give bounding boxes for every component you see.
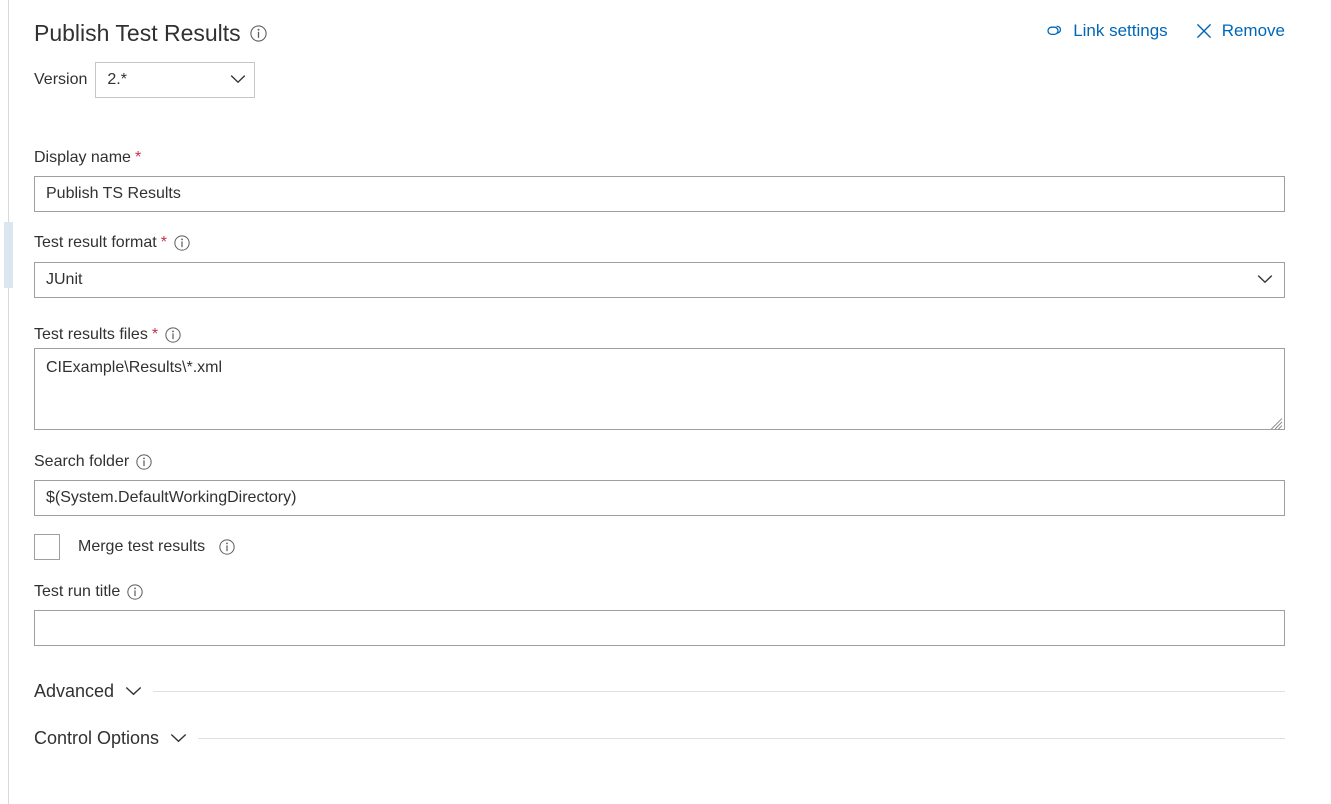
link-settings-label: Link settings bbox=[1073, 21, 1168, 40]
test-result-format-label: Test result format bbox=[34, 234, 157, 251]
merge-test-results-row: Merge test results bbox=[34, 534, 235, 560]
chevron-down-icon bbox=[1257, 271, 1273, 289]
title-group: Publish Test Results bbox=[34, 18, 267, 48]
display-name-label-row: Display name * bbox=[34, 148, 141, 168]
search-folder-value: $(System.DefaultWorkingDirectory) bbox=[46, 489, 297, 506]
remove-button[interactable]: Remove bbox=[1195, 21, 1285, 41]
link-settings-button[interactable]: Link settings bbox=[1044, 21, 1168, 41]
chevron-down-icon bbox=[230, 71, 246, 89]
test-run-title-label-row: Test run title bbox=[34, 582, 143, 602]
info-circle-icon[interactable] bbox=[219, 539, 235, 555]
version-select[interactable]: 2.* bbox=[95, 62, 256, 98]
section-advanced-label: Advanced bbox=[34, 681, 115, 701]
page-title: Publish Test Results bbox=[34, 20, 241, 46]
info-circle-icon[interactable] bbox=[136, 454, 152, 470]
link-chain-icon bbox=[1044, 23, 1064, 39]
test-results-files-label-row: Test results files * bbox=[34, 325, 181, 345]
section-divider bbox=[198, 738, 1285, 739]
version-label: Version bbox=[34, 71, 88, 88]
test-result-format-label-row: Test result format * bbox=[34, 233, 190, 253]
search-folder-label-row: Search folder bbox=[34, 452, 152, 472]
display-name-value: Publish TS Results bbox=[46, 185, 181, 202]
merge-test-results-label-group: Merge test results bbox=[78, 538, 235, 556]
section-control-options[interactable]: Control Options bbox=[34, 728, 1285, 749]
required-marker: * bbox=[151, 326, 159, 343]
info-circle-icon[interactable] bbox=[127, 584, 143, 600]
remove-label: Remove bbox=[1221, 21, 1285, 40]
required-marker: * bbox=[134, 149, 142, 166]
test-results-files-value: CIExample\Results\*.xml bbox=[46, 359, 223, 376]
section-divider bbox=[153, 691, 1285, 692]
search-folder-input[interactable]: $(System.DefaultWorkingDirectory) bbox=[34, 480, 1285, 516]
task-settings-panel: Publish Test Results Link settings Remov… bbox=[34, 0, 1285, 804]
version-row: Version 2.* bbox=[34, 62, 256, 98]
merge-test-results-checkbox[interactable] bbox=[34, 534, 60, 560]
section-control-options-label: Control Options bbox=[34, 728, 160, 748]
merge-test-results-label: Merge test results bbox=[78, 538, 206, 555]
test-run-title-label: Test run title bbox=[34, 583, 121, 600]
header-actions: Link settings Remove bbox=[1044, 21, 1285, 41]
info-circle-icon[interactable] bbox=[174, 235, 190, 251]
resize-handle-icon[interactable] bbox=[1270, 415, 1283, 430]
left-scroll-rail bbox=[8, 0, 9, 804]
version-value: 2.* bbox=[107, 71, 127, 88]
display-name-label: Display name bbox=[34, 149, 131, 166]
info-circle-icon[interactable] bbox=[165, 327, 181, 343]
section-advanced[interactable]: Advanced bbox=[34, 681, 1285, 702]
test-result-format-value: JUnit bbox=[46, 271, 83, 288]
chevron-down-icon bbox=[125, 683, 142, 701]
chevron-down-icon bbox=[170, 730, 187, 748]
close-x-icon bbox=[1195, 22, 1213, 40]
info-circle-icon[interactable] bbox=[250, 24, 267, 42]
test-result-format-select[interactable]: JUnit bbox=[34, 262, 1285, 298]
test-run-title-input[interactable] bbox=[34, 610, 1285, 646]
search-folder-label: Search folder bbox=[34, 453, 130, 470]
panel-header: Publish Test Results Link settings Remov… bbox=[34, 18, 1285, 52]
left-scroll-thumb[interactable] bbox=[4, 222, 13, 288]
test-results-files-label: Test results files bbox=[34, 326, 148, 343]
test-results-files-textarea[interactable]: CIExample\Results\*.xml bbox=[34, 348, 1285, 430]
required-marker: * bbox=[160, 234, 167, 251]
display-name-input[interactable]: Publish TS Results bbox=[34, 176, 1285, 212]
